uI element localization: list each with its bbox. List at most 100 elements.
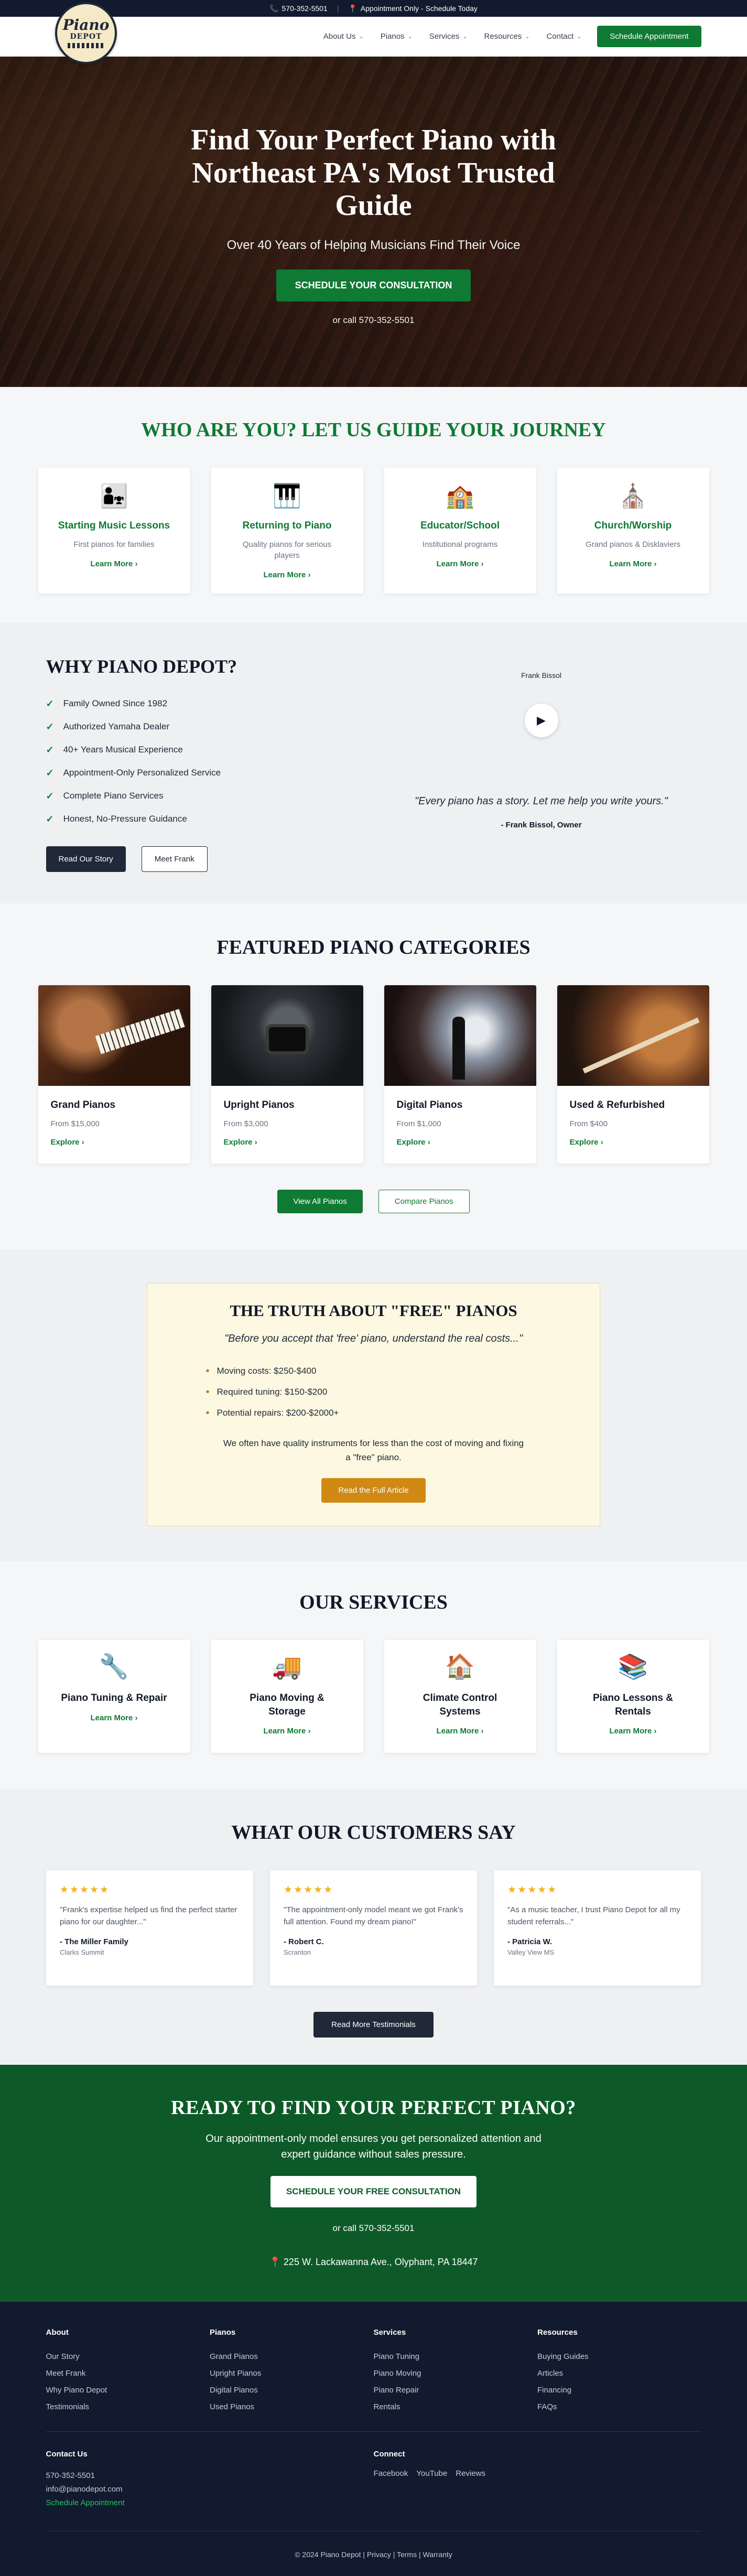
chevron-right-icon: ›: [135, 559, 138, 568]
testimonial-name: - Robert C.: [284, 1937, 324, 1946]
video-label: Frank Bissol: [521, 671, 562, 680]
footer-schedule-link[interactable]: Schedule Appointment: [46, 2496, 374, 2510]
footer-link[interactable]: FAQs: [537, 2399, 701, 2416]
chevron-right-icon: ›: [481, 559, 484, 568]
books-icon: 📚: [618, 1653, 648, 1680]
who-card-returning[interactable]: 🎹 Returning to Piano Quality pianos for …: [211, 468, 363, 594]
service-card-climate[interactable]: 🏠 Climate Control Systems Learn More ›: [384, 1640, 536, 1753]
testimonials-title: WHAT OUR CUSTOMERS SAY: [231, 1821, 516, 1844]
main-nav: About Us ⌄ Pianos ⌄ Services ⌄ Resources ⌄ C…: [323, 32, 582, 41]
service-card-tuning[interactable]: 🔧 Piano Tuning & Repair Learn More ›: [38, 1640, 190, 1753]
youtube-link[interactable]: YouTube: [416, 2469, 447, 2478]
learn-more-link[interactable]: Learn More ›: [436, 1727, 483, 1736]
footer-link[interactable]: Grand Pianos: [210, 2348, 374, 2365]
cost-item: • Required tuning: $150-$200: [206, 1382, 542, 1403]
reviews-link[interactable]: Reviews: [456, 2469, 485, 2478]
compare-pianos-button[interactable]: Compare Pianos: [378, 1190, 470, 1213]
explore-link[interactable]: Explore ›: [397, 1138, 430, 1147]
services-section: OUR SERVICES 🔧 Piano Tuning & Repair Lea…: [0, 1561, 747, 1790]
nav-about-us[interactable]: About Us ⌄: [323, 32, 364, 41]
service-card-moving[interactable]: 🚚 Piano Moving & Storage Learn More ›: [211, 1640, 363, 1753]
read-full-article-button[interactable]: Read the Full Article: [321, 1478, 426, 1503]
why-item-text: Honest, No-Pressure Guidance: [63, 814, 187, 824]
explore-link[interactable]: Explore ›: [51, 1138, 84, 1147]
topbar-phone-text[interactable]: 570-352-5501: [282, 4, 328, 13]
footer-link[interactable]: Our Story: [46, 2348, 210, 2365]
view-all-pianos-button[interactable]: View All Pianos: [277, 1190, 363, 1213]
category-card-grand[interactable]: Grand Pianos From $15,000 Explore ›: [38, 985, 190, 1163]
footer-link[interactable]: Piano Moving: [374, 2365, 538, 2382]
why-item-text: Family Owned Since 1982: [63, 698, 168, 708]
who-card-church[interactable]: ⛪ Church/Worship Grand pianos & Disklavi…: [557, 468, 709, 594]
category-card-digital[interactable]: Digital Pianos From $1,000 Explore ›: [384, 985, 536, 1163]
hero: Find Your Perfect Piano with Northeast P…: [0, 57, 747, 387]
video-player[interactable]: Frank Bissol ▶: [382, 671, 701, 792]
nav-pianos[interactable]: Pianos ⌄: [381, 32, 413, 41]
why-item-text: 40+ Years Musical Experience: [63, 745, 183, 755]
learn-more-link[interactable]: Learn More ›: [90, 1713, 137, 1722]
testimonial-location: Clarks Summit: [60, 1948, 104, 1956]
nav-resources[interactable]: Resources ⌄: [484, 32, 530, 41]
nav-label: Services: [429, 32, 460, 41]
play-icon[interactable]: ▶: [524, 704, 558, 737]
learn-more-link[interactable]: Learn More ›: [436, 559, 483, 568]
learn-more-link[interactable]: Learn More ›: [90, 559, 137, 568]
category-card-used[interactable]: Used & Refurbished From $400 Explore ›: [557, 985, 709, 1163]
learn-more-link[interactable]: Learn More ›: [263, 1727, 310, 1736]
footer-link[interactable]: Why Piano Depot: [46, 2382, 210, 2399]
meet-frank-button[interactable]: Meet Frank: [141, 846, 208, 872]
service-card-lessons[interactable]: 📚 Piano Lessons & Rentals Learn More ›: [557, 1640, 709, 1753]
cost-item: • Moving costs: $250-$400: [206, 1361, 542, 1382]
learn-more-link[interactable]: Learn More ›: [609, 559, 656, 568]
cta-address: 📍 225 W. Lackawanna Ave., Olyphant, PA 1…: [0, 2257, 747, 2268]
learn-more-link[interactable]: Learn More ›: [263, 570, 310, 579]
nav-contact[interactable]: Contact ⌄: [546, 32, 581, 41]
nav-services[interactable]: Services ⌄: [429, 32, 468, 41]
footer-link[interactable]: Meet Frank: [46, 2365, 210, 2382]
footer-link[interactable]: Rentals: [374, 2399, 538, 2416]
footer-link[interactable]: Buying Guides: [537, 2348, 701, 2365]
nav-label: Resources: [484, 32, 522, 41]
schedule-free-consultation-button[interactable]: SCHEDULE YOUR FREE CONSULTATION: [270, 2176, 477, 2207]
footer-link[interactable]: Testimonials: [46, 2399, 210, 2416]
category-price: From $3,000: [223, 1119, 268, 1128]
testimonial-card: ★★★★★ "Frank's expertise helped us find …: [46, 1870, 253, 1986]
services-title: OUR SERVICES: [299, 1591, 448, 1613]
chevron-down-icon: ⌄: [462, 34, 468, 40]
why-item-text: Authorized Yamaha Dealer: [63, 721, 170, 731]
topbar-notice-text: Appointment Only - Schedule Today: [360, 4, 478, 13]
footer-email[interactable]: info@pianodepot.com: [46, 2483, 374, 2496]
check-icon: ✓: [46, 767, 54, 778]
footer-link[interactable]: Financing: [537, 2382, 701, 2399]
footer-col-title: Resources: [537, 2328, 578, 2337]
read-more-testimonials-button[interactable]: Read More Testimonials: [313, 2012, 434, 2038]
service-title: Climate Control Systems: [423, 1693, 497, 1717]
category-title: Used & Refurbished: [569, 1100, 665, 1111]
cta-call-text: or call 570-352-5501: [332, 2223, 415, 2233]
footer-link[interactable]: Digital Pianos: [210, 2382, 374, 2399]
who-card-lessons[interactable]: 👨‍👧 Starting Music Lessons First pianos …: [38, 468, 190, 594]
testimonial-text: "The appointment-only model meant we got…: [284, 1905, 463, 1926]
schedule-appointment-button[interactable]: Schedule Appointment: [597, 26, 701, 47]
explore-link[interactable]: Explore ›: [570, 1138, 603, 1147]
footer-link[interactable]: Upright Pianos: [210, 2365, 374, 2382]
chevron-right-icon: ›: [81, 1138, 84, 1147]
category-card-upright[interactable]: Upright Pianos From $3,000 Explore ›: [211, 985, 363, 1163]
link-label: Explore: [50, 1138, 80, 1147]
footer-link[interactable]: Piano Repair: [374, 2382, 538, 2399]
schedule-consultation-button[interactable]: SCHEDULE YOUR CONSULTATION: [276, 270, 471, 302]
read-our-story-button[interactable]: Read Our Story: [46, 846, 126, 872]
facebook-link[interactable]: Facebook: [374, 2469, 408, 2478]
why-item-text: Complete Piano Services: [63, 791, 164, 801]
explore-link[interactable]: Explore ›: [224, 1138, 257, 1147]
check-icon: ✓: [46, 721, 54, 732]
top-bar: 📞 570-352-5501 | 📍 Appointment Only - Sc…: [0, 0, 747, 17]
logo[interactable]: Piano DEPOT: [55, 2, 117, 64]
footer-link[interactable]: Used Pianos: [210, 2399, 374, 2416]
footer-phone[interactable]: 570-352-5501: [46, 2469, 374, 2483]
topbar-phone[interactable]: 📞 570-352-5501: [269, 4, 328, 13]
who-card-educator[interactable]: 🏫 Educator/School Institutional programs…: [384, 468, 536, 594]
footer-link[interactable]: Articles: [537, 2365, 701, 2382]
footer-link[interactable]: Piano Tuning: [374, 2348, 538, 2365]
learn-more-link[interactable]: Learn More ›: [609, 1727, 656, 1736]
